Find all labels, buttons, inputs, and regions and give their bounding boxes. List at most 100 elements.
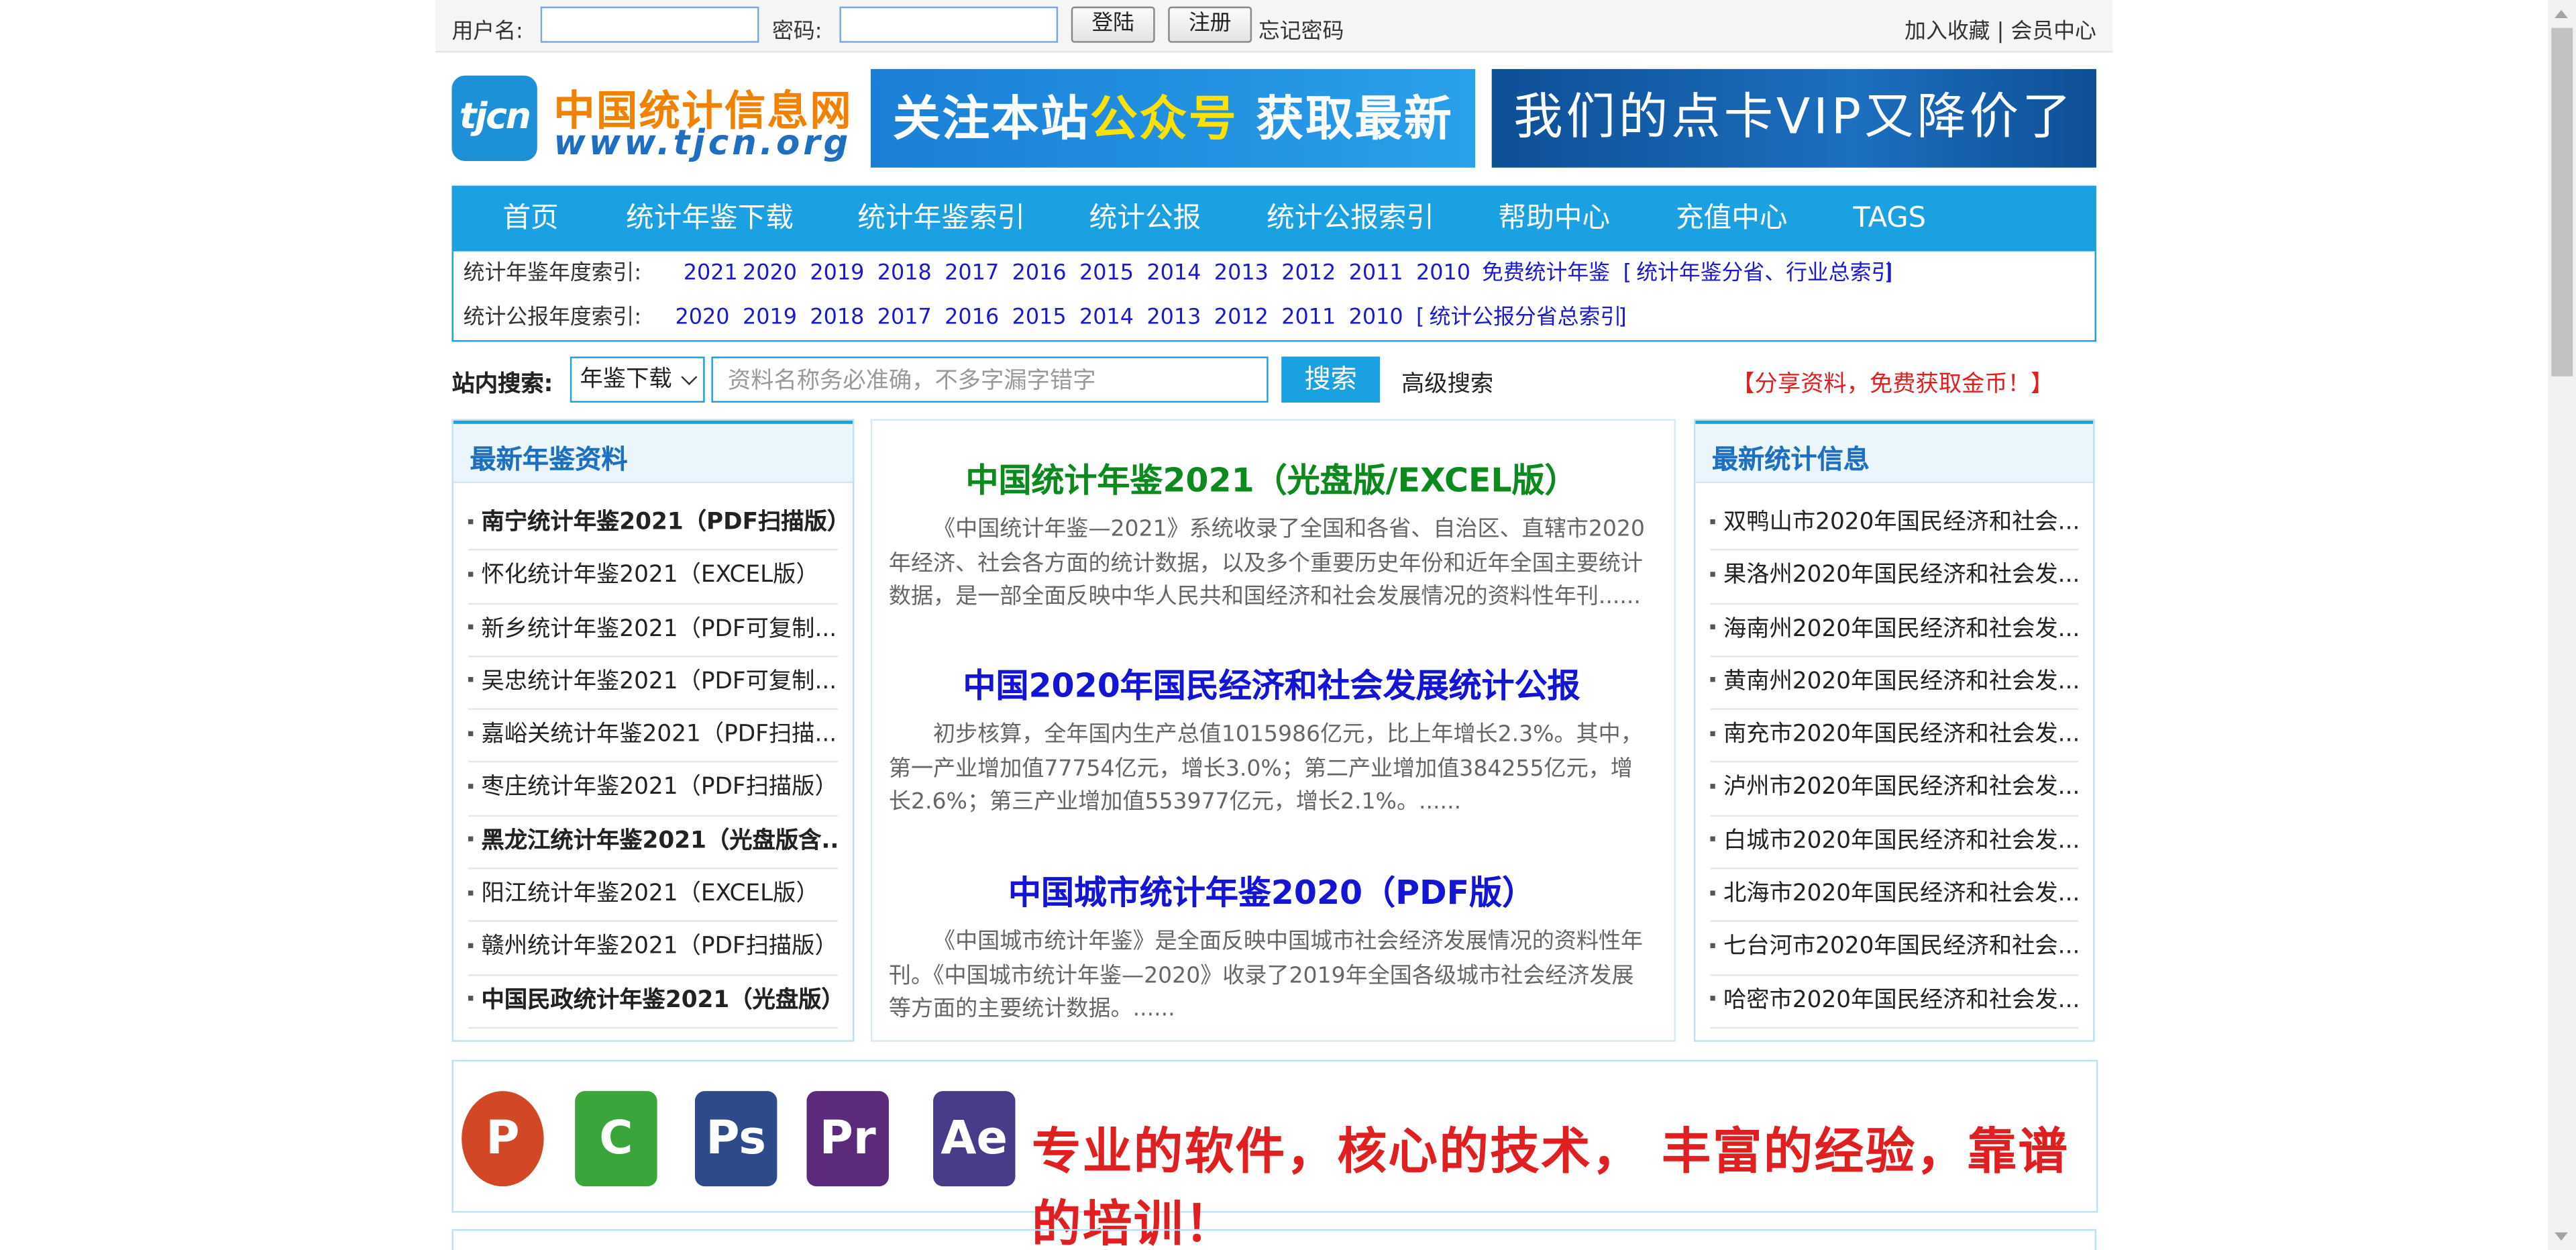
article-title[interactable]: 中国城市统计年鉴2020（PDF版） — [889, 866, 1654, 914]
username-input[interactable] — [540, 6, 759, 43]
nav-yearbook-index[interactable]: 统计年鉴索引 — [857, 186, 1025, 252]
member-center-link[interactable]: 会员中心 — [2011, 19, 2096, 44]
featured-article: 中国城市统计年鉴2020（PDF版） 《中国城市统计年鉴》是全面反映中国城市社会… — [889, 866, 1654, 1027]
nav-bulletin-index[interactable]: 统计公报索引 — [1267, 186, 1434, 252]
bullet-icon — [468, 890, 474, 895]
bulletin-year-link[interactable]: 2012 — [1214, 303, 1269, 335]
next-section-box — [451, 1229, 2096, 1250]
bulletin-year-link[interactable]: 2020 — [676, 303, 730, 335]
bracket-open: [ — [1623, 261, 1632, 287]
yearbook-year-link[interactable]: 2010 — [1416, 258, 1470, 291]
banner1-text: 关注本站 — [892, 90, 1090, 146]
statistics-list-item[interactable]: 南充市2020年国民经济和社会发... — [1710, 710, 2078, 764]
site-logo[interactable]: tjcn 中国统计信息网 www.tjcn.org — [451, 69, 854, 168]
bulletin-year-link[interactable]: 2013 — [1146, 303, 1201, 335]
photoshop-icon: Ps — [694, 1091, 777, 1187]
yearbook-list-item[interactable]: 南宁统计年鉴2021（PDF扫描版） — [468, 498, 838, 552]
yearbook-list-item[interactable]: 阳江统计年鉴2021（EXCEL版） — [468, 870, 838, 923]
statistics-title: 泸州市2020年国民经济和社会发... — [1723, 774, 2078, 801]
yearbook-list-item[interactable]: 赣州统计年鉴2021（PDF扫描版） — [468, 923, 838, 976]
scroll-up-arrow-icon[interactable] — [2555, 9, 2568, 18]
nav-home[interactable]: 首页 — [502, 186, 558, 252]
yearbook-year-link[interactable]: 2018 — [877, 258, 932, 291]
nav-yearbook-download[interactable]: 统计年鉴下载 — [626, 186, 794, 252]
yearbook-year-link[interactable]: 2016 — [1012, 258, 1067, 291]
nav-recharge[interactable]: 充值中心 — [1676, 186, 1788, 252]
yearbook-title: 中国民政统计年鉴2021（光盘版） — [481, 987, 838, 1014]
yearbook-year-link[interactable]: 2012 — [1281, 258, 1336, 291]
nav-help[interactable]: 帮助中心 — [1498, 186, 1610, 252]
bulletin-index-row: 统计公报年度索引: 2020 2019 2018 2017 2016 2015 … — [464, 303, 2090, 335]
yearbook-year-link[interactable]: 2021 — [684, 258, 738, 291]
wechat-banner[interactable]: 关注本站公众号 获取最新动态 — [870, 68, 1476, 245]
yearbook-total-index-link[interactable]: 统计年鉴分省、行业总索引 — [1636, 258, 1892, 291]
nav-tags[interactable]: TAGS — [1853, 186, 1926, 252]
password-label: 密码: — [772, 19, 822, 45]
page-scrollbar[interactable] — [2548, 0, 2576, 1250]
yearbook-year-link[interactable]: 2017 — [945, 258, 999, 291]
forgot-password-link[interactable]: 忘记密码 — [1258, 13, 1344, 45]
search-type-value: 年鉴下载 — [580, 366, 672, 393]
bulletin-year-link[interactable]: 2016 — [945, 303, 999, 335]
article-title[interactable]: 中国统计年鉴2021（光盘版/EXCEL版） — [889, 454, 1654, 501]
yearbook-title: 阳江统计年鉴2021（EXCEL版） — [481, 880, 819, 908]
yearbook-index-label: 统计年鉴年度索引: — [463, 261, 642, 287]
yearbook-year-link[interactable]: 2019 — [810, 258, 864, 291]
bullet-icon — [468, 943, 474, 948]
advanced-search-link[interactable]: 高级搜索 — [1401, 366, 1493, 399]
bulletin-year-link[interactable]: 2011 — [1281, 303, 1336, 335]
nav-bulletin[interactable]: 统计公报 — [1089, 186, 1201, 252]
yearbook-year-link[interactable]: 2020 — [743, 258, 797, 291]
scrollbar-thumb[interactable] — [2551, 28, 2573, 376]
yearbook-list-item[interactable]: 怀化统计年鉴2021（EXCEL版） — [468, 551, 838, 605]
scroll-down-arrow-icon[interactable] — [2555, 1232, 2568, 1241]
search-button[interactable]: 搜索 — [1281, 356, 1381, 403]
search-input[interactable] — [711, 356, 1269, 403]
statistics-list-item[interactable]: 哈密市2020年国民经济和社会发... — [1710, 976, 2078, 1029]
after-effects-icon: Ae — [933, 1091, 1016, 1187]
yearbook-list-item[interactable]: 中国民政统计年鉴2021（光盘版） — [468, 976, 838, 1029]
bulletin-year-link[interactable]: 2019 — [743, 303, 797, 335]
password-input[interactable] — [839, 6, 1059, 43]
yearbook-list-item[interactable]: 枣庄统计年鉴2021（PDF扫描版） — [468, 764, 838, 817]
bulletin-year-link[interactable]: 2010 — [1349, 303, 1403, 335]
share-promo-link[interactable]: 【分享资料，免费获取金币！】 — [1731, 366, 2053, 399]
statistics-title: 北海市2020年国民经济和社会发... — [1723, 880, 2078, 908]
yearbook-list-item[interactable]: 嘉峪关统计年鉴2021（PDF扫描... — [468, 710, 838, 764]
free-yearbook-link[interactable]: 免费统计年鉴 — [1482, 258, 1610, 291]
yearbook-list-item[interactable]: 黑龙江统计年鉴2021（光盘版含... — [468, 817, 838, 870]
bulletin-year-link[interactable]: 2018 — [810, 303, 864, 335]
bulletin-year-link[interactable]: 2017 — [877, 303, 932, 335]
yearbook-year-link[interactable]: 2011 — [1349, 258, 1403, 291]
statistics-list-item[interactable]: 果洛州2020年国民经济和社会发... — [1710, 551, 2078, 605]
statistics-list-item[interactable]: 黄南州2020年国民经济和社会发... — [1710, 657, 2078, 711]
search-type-select[interactable]: 年鉴下载 — [570, 356, 705, 403]
panel-header: 最新统计信息 — [1695, 420, 2094, 484]
yearbook-year-link[interactable]: 2014 — [1146, 258, 1201, 291]
statistics-list-item[interactable]: 七台河市2020年国民经济和社会... — [1710, 923, 2078, 976]
bulletin-total-index-link[interactable]: 统计公报分省总索引 — [1430, 303, 1622, 335]
camtasia-icon: C — [575, 1091, 657, 1187]
bulletin-year-link[interactable]: 2014 — [1079, 303, 1134, 335]
bulletin-year-link[interactable]: 2015 — [1012, 303, 1067, 335]
bullet-icon — [468, 677, 474, 683]
vip-banner[interactable]: 我们的点卡VIP又降价了 — [1491, 68, 2096, 168]
statistics-list-item[interactable]: 双鸭山市2020年国民经济和社会... — [1710, 498, 2078, 552]
yearbook-list-item[interactable]: 新乡统计年鉴2021（PDF可复制... — [468, 604, 838, 658]
statistics-list-item[interactable]: 北海市2020年国民经济和社会发... — [1710, 870, 2078, 923]
training-ad-banner[interactable]: P C Ps Pr Ae 专业的软件，核心的技术， 丰富的经验，靠谱的培训！ — [451, 1059, 2098, 1250]
latest-statistics-panel: 最新统计信息 双鸭山市2020年国民经济和社会... 果洛州2020年国民经济和社… — [1693, 419, 2095, 1042]
statistics-list-item[interactable]: 海南州2020年国民经济和社会发... — [1710, 604, 2078, 658]
article-title[interactable]: 中国2020年国民经济和社会发展统计公报 — [889, 659, 1654, 707]
register-button[interactable]: 注册 — [1168, 6, 1252, 43]
yearbook-year-link[interactable]: 2015 — [1079, 258, 1134, 291]
yearbook-title: 赣州统计年鉴2021（PDF扫描版） — [481, 933, 838, 961]
premiere-icon: Pr — [806, 1091, 889, 1187]
yearbook-year-link[interactable]: 2013 — [1214, 258, 1269, 291]
username-label: 用户名: — [451, 19, 523, 45]
yearbook-list-item[interactable]: 吴忠统计年鉴2021（PDF可复制... — [468, 657, 838, 711]
statistics-list-item[interactable]: 白城市2020年国民经济和社会发... — [1710, 817, 2078, 870]
statistics-list-item[interactable]: 泸州市2020年国民经济和社会发... — [1710, 764, 2078, 817]
add-favorite-link[interactable]: 加入收藏 — [1904, 19, 1990, 44]
login-button[interactable]: 登陆 — [1071, 6, 1155, 43]
